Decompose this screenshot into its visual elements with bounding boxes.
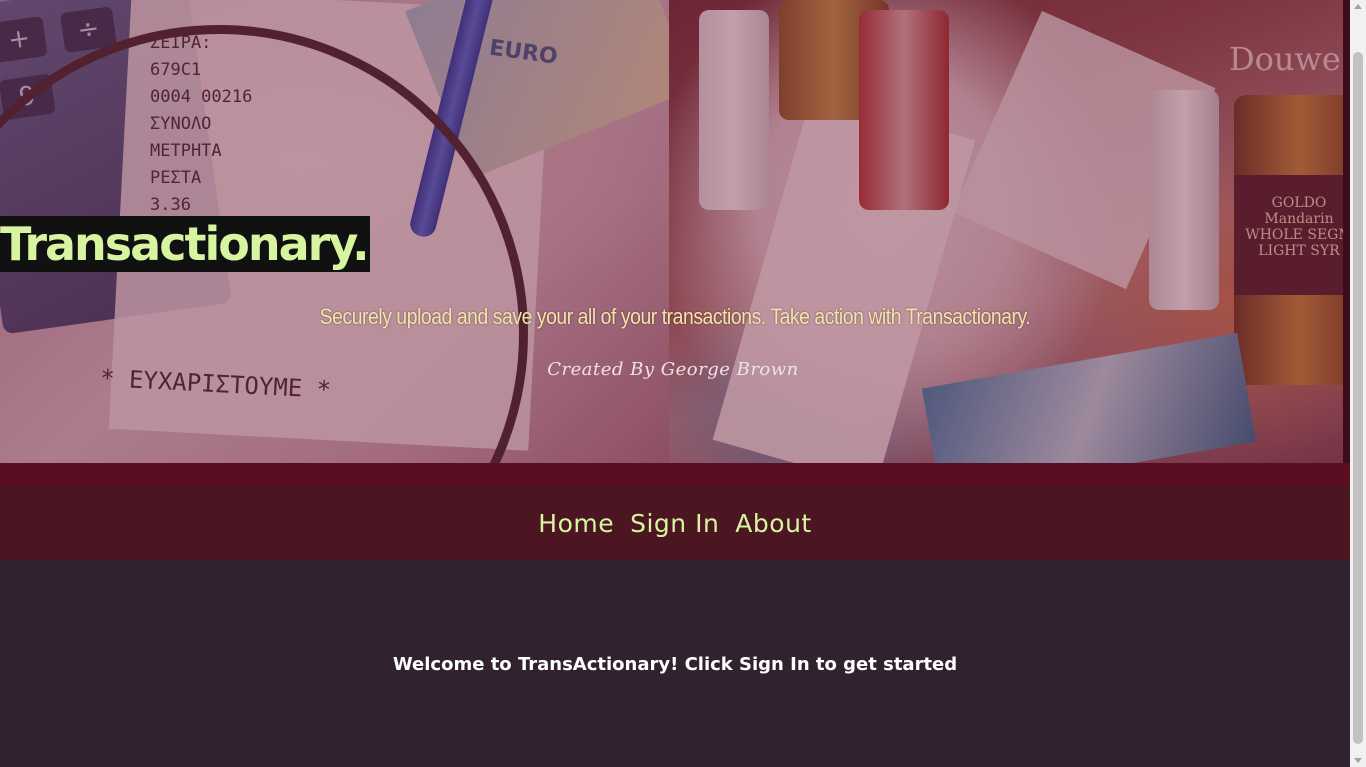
nav-link-sign-in[interactable]: Sign In — [630, 509, 719, 538]
nav-link-about[interactable]: About — [735, 509, 811, 538]
vertical-scrollbar[interactable] — [1350, 0, 1366, 767]
scrollbar-thumb[interactable] — [1353, 52, 1363, 744]
page: + ÷ 9 ΣΕΙΡΑ: 679C1 0004 00216 ΣΥΝΟΛΟ ΜΕΤ… — [0, 0, 1366, 767]
welcome-message: Welcome to TransActionary! Click Sign In… — [392, 654, 958, 675]
chevron-up-icon[interactable] — [1354, 4, 1362, 9]
chevron-down-icon[interactable] — [1354, 758, 1362, 763]
site-title: Transactionary. — [0, 216, 370, 272]
nav-divider — [0, 463, 1350, 484]
main-content: Welcome to TransActionary! Click Sign In… — [0, 560, 1350, 767]
nav-link-home[interactable]: Home — [538, 509, 614, 538]
author-credit: Created By George Brown — [547, 359, 799, 380]
main-nav: Home Sign In About — [0, 484, 1350, 560]
hero-banner: + ÷ 9 ΣΕΙΡΑ: 679C1 0004 00216 ΣΥΝΟΛΟ ΜΕΤ… — [0, 0, 1350, 463]
hero-tagline: Securely upload and save your all of you… — [319, 304, 1031, 329]
hero-edge — [1343, 0, 1350, 463]
